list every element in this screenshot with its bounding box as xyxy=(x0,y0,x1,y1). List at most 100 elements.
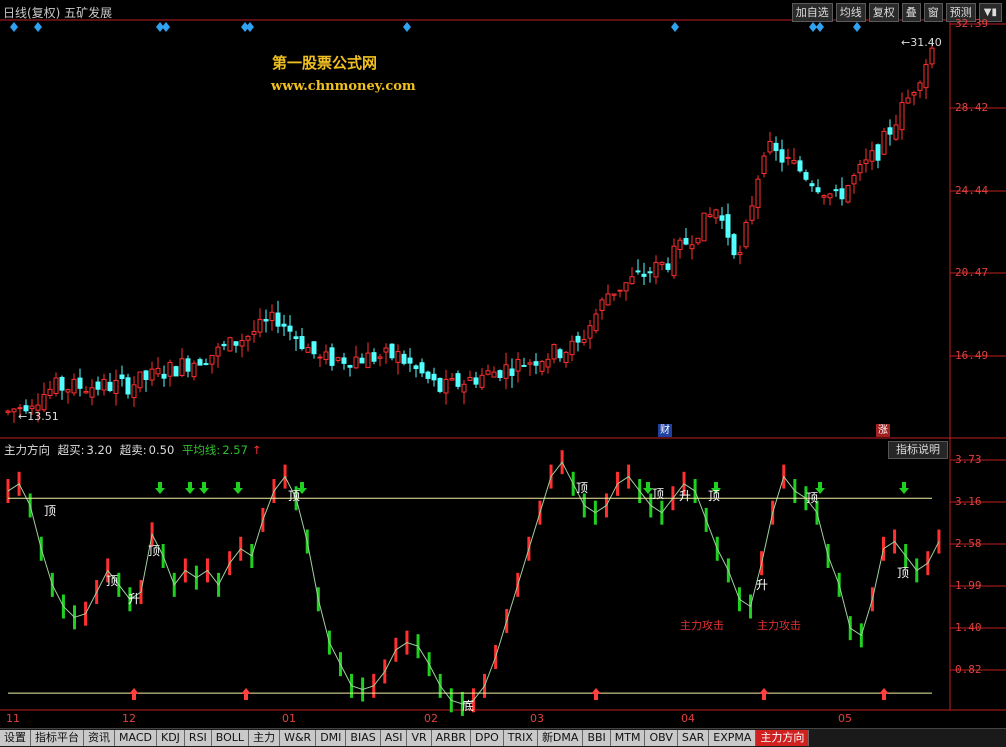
candle-body xyxy=(317,356,323,359)
month-label: 04 xyxy=(681,712,695,725)
tab-asi[interactable]: ASI xyxy=(380,730,408,746)
candle-body xyxy=(275,312,281,327)
candle-body xyxy=(659,261,665,265)
candle-body xyxy=(365,352,371,369)
candle-body xyxy=(743,221,749,248)
signal-top: 顶 xyxy=(288,489,301,503)
tab-main-direction[interactable]: 主力方向 xyxy=(756,730,810,746)
add-watchlist-button[interactable]: 加自选 xyxy=(791,3,833,22)
tab-expma[interactable]: EXPMA xyxy=(709,730,757,746)
month-label: 11 xyxy=(6,712,20,725)
indicator-tick: 1.40 xyxy=(955,621,982,634)
candle-body xyxy=(821,195,827,198)
tab-kdj[interactable]: KDJ xyxy=(156,730,185,746)
price-tick: 24.44 xyxy=(955,184,989,197)
overlay-button[interactable]: 叠 xyxy=(901,3,921,22)
candle-body xyxy=(197,359,203,366)
candle-body xyxy=(479,374,485,388)
moving-average-button[interactable]: 均线 xyxy=(835,3,866,22)
candle-body xyxy=(701,212,707,242)
candle-body xyxy=(653,261,659,278)
candle-body xyxy=(287,325,293,332)
tab-rsi[interactable]: RSI xyxy=(184,730,212,746)
candle-body xyxy=(497,370,503,378)
indicator-tick: 1.99 xyxy=(955,579,982,592)
signal-top: 顶 xyxy=(652,487,665,501)
event-marker xyxy=(246,22,254,32)
month-label: 01 xyxy=(282,712,296,725)
candle-body xyxy=(827,193,833,199)
tab-news[interactable]: 资讯 xyxy=(84,730,115,746)
candle-body xyxy=(719,215,725,221)
tab-new-dma[interactable]: 新DMA xyxy=(537,730,584,746)
candle-body xyxy=(527,362,533,365)
candle-body xyxy=(155,367,161,375)
adjust-price-button[interactable]: 复权 xyxy=(868,3,899,22)
tab-arbr[interactable]: ARBR xyxy=(431,730,472,746)
candle-body xyxy=(167,361,173,377)
candle-body xyxy=(785,156,791,159)
candle-body xyxy=(191,362,197,378)
candle-body xyxy=(569,340,575,356)
tab-indicator-platform[interactable]: 指标平台 xyxy=(31,730,84,746)
candle-body xyxy=(917,82,923,91)
candle-body xyxy=(83,390,89,394)
candle-body xyxy=(803,172,809,180)
candle-body xyxy=(581,339,587,344)
tab-wr[interactable]: W&R xyxy=(280,730,317,746)
candle-body xyxy=(425,371,431,379)
attack-label: 主力攻击 xyxy=(680,619,724,632)
candle-body xyxy=(17,407,23,410)
candle-body xyxy=(257,318,263,333)
candle-body xyxy=(263,318,269,322)
candle-body xyxy=(383,347,389,353)
sell-signal-arrow-icon xyxy=(185,482,195,494)
candle-body xyxy=(635,270,641,273)
candle-body xyxy=(707,214,713,218)
tab-dpo[interactable]: DPO xyxy=(471,730,504,746)
signal-top: 顶 xyxy=(708,489,721,503)
candle-body xyxy=(677,239,683,250)
candle-body xyxy=(773,142,779,152)
candle-body xyxy=(113,379,119,394)
indicator-tab-bar: 设置 指标平台 资讯 MACD KDJ RSI BOLL 主力 W&R DMI … xyxy=(0,728,1006,747)
candle-body xyxy=(59,376,65,391)
tab-trix[interactable]: TRIX xyxy=(503,730,538,746)
tab-macd[interactable]: MACD xyxy=(115,730,157,746)
signal-top: 顶 xyxy=(897,566,910,580)
price-tick: 20.47 xyxy=(955,266,989,279)
tab-vr[interactable]: VR xyxy=(407,730,432,746)
finance-badge[interactable]: 财 xyxy=(658,424,672,437)
tab-dmi[interactable]: DMI xyxy=(316,730,347,746)
candle-body xyxy=(575,335,581,343)
buy-signal-arrow-icon xyxy=(591,688,601,700)
candle-body xyxy=(29,405,35,410)
candle-body xyxy=(203,363,209,366)
candle-body xyxy=(65,389,71,393)
candle-body xyxy=(731,234,737,256)
tab-bbi[interactable]: BBI xyxy=(583,730,611,746)
candle-body xyxy=(689,244,695,250)
tab-main-force[interactable]: 主力 xyxy=(249,730,281,746)
avg-line-value: 2.57 xyxy=(222,443,248,457)
tab-mtm[interactable]: MTM xyxy=(610,730,646,746)
window-button[interactable]: 窗 xyxy=(923,3,943,22)
candle-body xyxy=(311,341,317,355)
chart-canvas[interactable] xyxy=(0,0,1006,728)
signal-top: 顶 xyxy=(576,481,589,495)
candle-body xyxy=(461,383,467,393)
tab-bias[interactable]: BIAS xyxy=(346,730,381,746)
candle-body xyxy=(761,155,767,174)
candle-body xyxy=(269,311,275,321)
limit-up-badge[interactable]: 涨 xyxy=(876,424,890,437)
signal-top: 顶 xyxy=(106,574,119,588)
candle-body xyxy=(737,252,743,256)
signal-rise: 升 xyxy=(756,578,769,592)
tab-settings[interactable]: 设置 xyxy=(0,730,31,746)
candle-body xyxy=(857,164,863,174)
tab-sar[interactable]: SAR xyxy=(677,730,710,746)
tab-boll[interactable]: BOLL xyxy=(211,730,250,746)
indicator-help-button[interactable]: 指标说明 xyxy=(888,441,948,459)
event-marker xyxy=(162,22,170,32)
tab-obv[interactable]: OBV xyxy=(645,730,678,746)
